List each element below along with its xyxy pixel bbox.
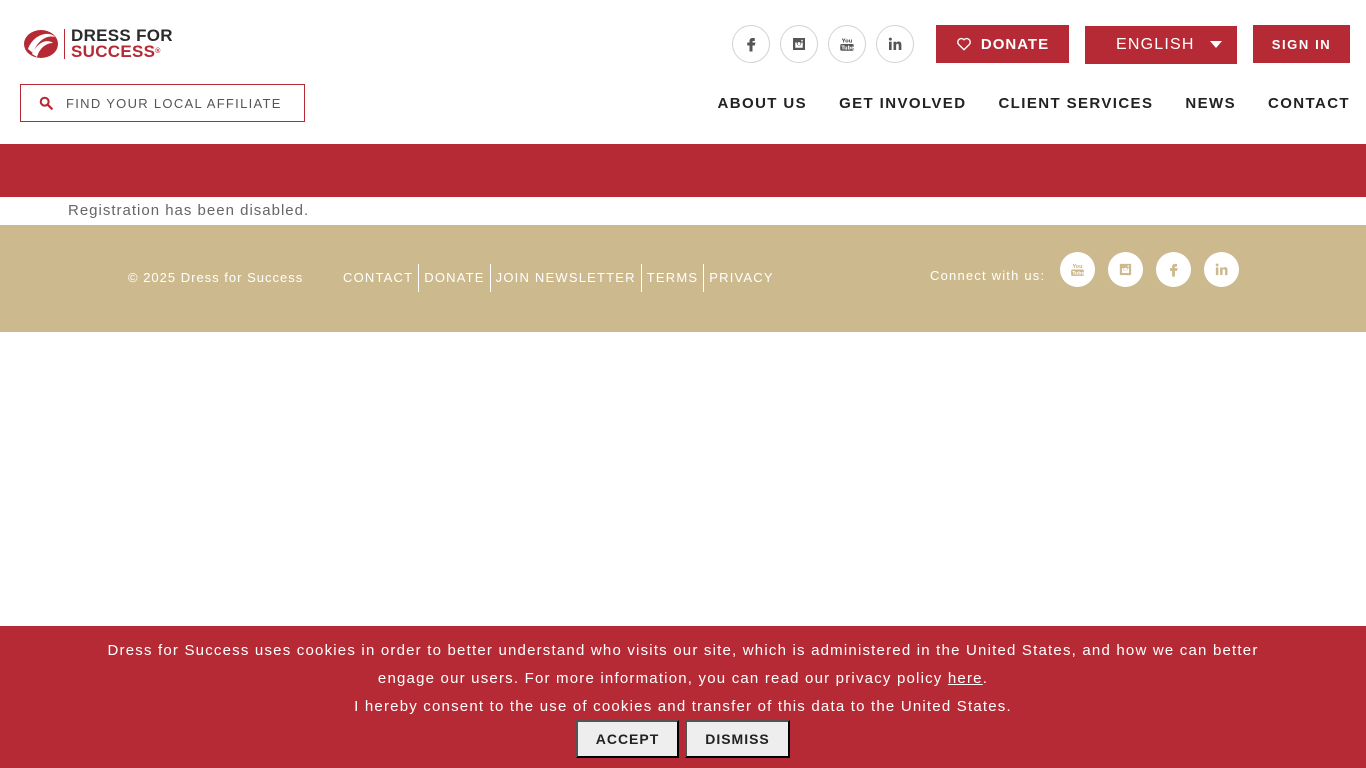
heart-icon bbox=[956, 37, 971, 51]
footer-link-terms[interactable]: TERMS bbox=[642, 264, 704, 292]
nav-item-about-us[interactable]: ABOUT US bbox=[718, 94, 808, 114]
svg-text:You: You bbox=[1072, 264, 1084, 270]
affiliate-search-input[interactable] bbox=[66, 95, 296, 111]
facebook-link[interactable] bbox=[732, 25, 770, 63]
cookie-buttons: ACCEPT DISMISS bbox=[0, 720, 1366, 758]
svg-text:Tube: Tube bbox=[841, 45, 855, 51]
cookie-text-main: Dress for Success uses cookies in order … bbox=[107, 642, 1259, 687]
registration-notice: Registration has been disabled. bbox=[68, 202, 310, 219]
footer-linkedin-link[interactable] bbox=[1204, 252, 1239, 287]
footer-link-donate[interactable]: DONATE bbox=[419, 264, 489, 292]
language-select[interactable]: ENGLISH bbox=[1085, 26, 1237, 64]
nav-item-news[interactable]: NEWS bbox=[1185, 94, 1236, 114]
nav-item-client-services[interactable]: CLIENT SERVICES bbox=[998, 94, 1153, 114]
linkedin-icon bbox=[888, 37, 902, 50]
footer-youtube-link[interactable]: You Tube bbox=[1060, 252, 1095, 287]
svg-text:You: You bbox=[841, 39, 853, 45]
cookie-message: Dress for Success uses cookies in order … bbox=[80, 637, 1286, 721]
cookie-consent-text: I hereby consent to the use of cookies a… bbox=[354, 698, 1012, 715]
youtube-link[interactable]: You Tube bbox=[828, 25, 866, 63]
caret-down-icon bbox=[1210, 41, 1222, 48]
logo-divider bbox=[64, 29, 65, 59]
accept-cookies-button[interactable]: ACCEPT bbox=[576, 720, 679, 758]
footer-facebook-link[interactable] bbox=[1156, 252, 1191, 287]
youtube-icon: YouTube bbox=[840, 39, 855, 51]
logo-mark-icon bbox=[24, 30, 58, 58]
footer-links: CONTACT DONATE JOIN NEWSLETTER TERMS PRI… bbox=[338, 264, 779, 292]
footer-link-contact[interactable]: CONTACT bbox=[338, 264, 418, 292]
logo-line-2: SUCCESS® bbox=[71, 42, 161, 61]
dismiss-cookies-button[interactable]: DISMISS bbox=[685, 720, 790, 758]
facebook-icon bbox=[747, 38, 756, 52]
affiliate-search bbox=[20, 84, 305, 122]
cookie-consent-bar: Dress for Success uses cookies in order … bbox=[0, 626, 1366, 768]
sign-in-button[interactable]: SIGN IN bbox=[1253, 25, 1350, 63]
site-header: DRESS FOR SUCCESS® You Tube DONATE ENGLIS… bbox=[0, 0, 1366, 144]
language-selected: ENGLISH bbox=[1116, 36, 1195, 53]
donate-button[interactable]: DONATE bbox=[936, 25, 1069, 63]
page-banner bbox=[0, 144, 1366, 197]
logo-wordmark: DRESS FOR SUCCESS® bbox=[71, 27, 173, 61]
linkedin-link[interactable] bbox=[876, 25, 914, 63]
footer-social-links: You Tube bbox=[1060, 252, 1239, 287]
svg-text:Tube: Tube bbox=[1072, 270, 1084, 276]
privacy-policy-link[interactable]: here bbox=[948, 670, 983, 687]
nav-item-get-involved[interactable]: GET INVOLVED bbox=[839, 94, 966, 114]
main-nav: ABOUT US GET INVOLVED CLIENT SERVICES NE… bbox=[718, 94, 1350, 114]
nav-item-contact[interactable]: CONTACT bbox=[1268, 94, 1350, 114]
donate-button-label: DONATE bbox=[980, 35, 1050, 53]
header-social-links: You Tube bbox=[732, 25, 914, 63]
connect-label: Connect with us: bbox=[930, 268, 1046, 283]
footer-link-join-newsletter[interactable]: JOIN NEWSLETTER bbox=[491, 264, 641, 292]
instagram-icon bbox=[1119, 263, 1132, 276]
youtube-icon: YouTube bbox=[1071, 264, 1085, 276]
linkedin-icon bbox=[1215, 263, 1228, 276]
facebook-icon bbox=[1169, 263, 1178, 277]
site-logo[interactable]: DRESS FOR SUCCESS® bbox=[22, 26, 173, 62]
cookie-text-period: . bbox=[982, 670, 989, 687]
footer-instagram-link[interactable] bbox=[1108, 252, 1143, 287]
search-icon bbox=[39, 96, 53, 110]
footer-link-privacy[interactable]: PRIVACY bbox=[704, 264, 779, 292]
copyright-text: © 2025 Dress for Success bbox=[128, 270, 304, 285]
instagram-link[interactable] bbox=[780, 25, 818, 63]
site-footer: © 2025 Dress for Success CONTACT DONATE … bbox=[0, 225, 1366, 332]
instagram-icon bbox=[793, 38, 805, 50]
